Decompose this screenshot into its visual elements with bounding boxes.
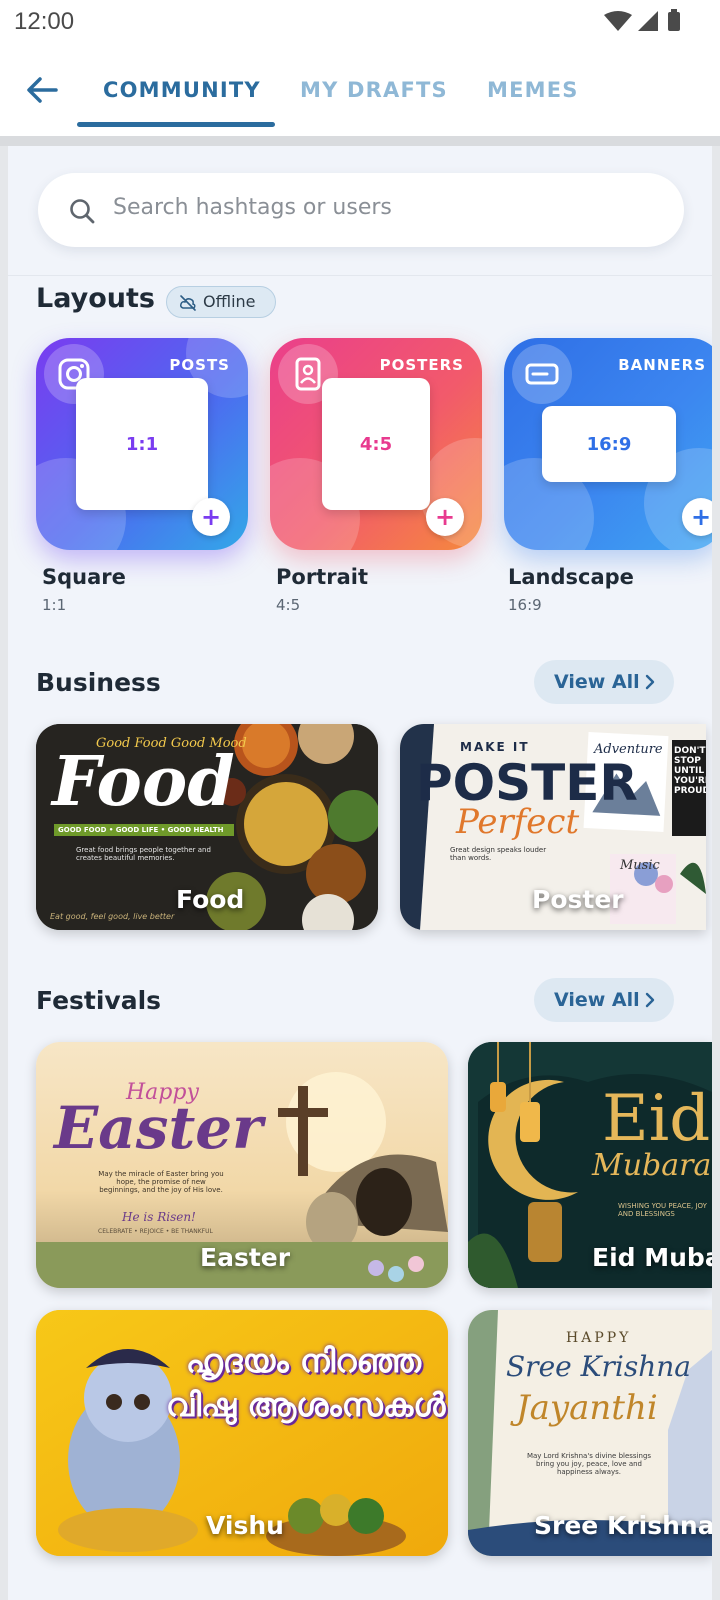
layout-card-square[interactable]: POSTS 1:1 +	[36, 338, 248, 550]
search-placeholder: Search hashtags or users	[113, 195, 392, 220]
banner-icon	[512, 344, 572, 404]
offline-badge: Offline	[166, 286, 276, 318]
template-thumb-krishna[interactable]: HAPPY Sree Krishna Jayanthi May Lord Kri…	[468, 1310, 712, 1556]
view-all-label: View All	[554, 671, 640, 693]
layout-name: Square	[42, 565, 126, 589]
poster-side-music: Music	[620, 858, 660, 873]
food-footer: Eat good, feel good, live better	[50, 912, 175, 921]
ratio-preview: 4:5	[322, 378, 430, 510]
community-feed[interactable]: Search hashtags or users Layouts Offline…	[8, 146, 712, 1600]
template-thumb-vishu[interactable]: ഹൃദയം നിറഞ്ഞ വിഷു ആശംസകൾ Vishu	[36, 1310, 448, 1556]
search-input[interactable]: Search hashtags or users	[38, 173, 684, 247]
tab-community[interactable]: COMMUNITY	[103, 78, 261, 102]
food-headline: Food	[52, 742, 235, 822]
tab-memes[interactable]: MEMES	[487, 78, 579, 102]
food-ribbon: GOOD FOOD • GOOD LIFE • GOOD HEALTH	[54, 824, 234, 836]
poster-script: Perfect	[456, 802, 580, 842]
top-app-bar: COMMUNITY MY DRAFTS MEMES	[0, 44, 720, 136]
easter-verse: He is Risen!	[122, 1210, 196, 1224]
template-label: Sree Krishna	[534, 1511, 712, 1540]
chevron-right-icon	[645, 992, 655, 1008]
krishna-body: May Lord Krishna's divine blessings brin…	[526, 1452, 652, 1476]
eid-script: Mubarak	[592, 1148, 712, 1183]
easter-footer: CELEBRATE • REJOICE • BE THANKFUL	[98, 1228, 213, 1235]
cloud-off-icon	[180, 295, 196, 311]
ratio-preview: 16:9	[542, 406, 676, 482]
add-landscape-button[interactable]: +	[682, 498, 712, 536]
business-view-all-button[interactable]: View All	[534, 660, 674, 704]
template-label: Food	[176, 885, 245, 914]
layout-category: POSTERS	[379, 356, 464, 374]
poster-side-quote: DON'T STOP UNTIL YOU'RE PROUD	[674, 746, 706, 796]
template-label: Easter	[200, 1243, 291, 1272]
layout-ratio: 16:9	[508, 596, 542, 614]
poster-side-adventure: Adventure	[594, 742, 663, 757]
festivals-view-all-button[interactable]: View All	[534, 978, 674, 1022]
active-tab-indicator	[77, 122, 275, 127]
krishna-line2: Jayanthi	[516, 1388, 658, 1428]
layout-name: Portrait	[276, 565, 368, 589]
krishna-line1: Sree Krishna	[506, 1350, 691, 1383]
layout-category: BANNERS	[618, 356, 706, 374]
signal-icon	[638, 11, 658, 31]
view-all-label: View All	[554, 989, 640, 1011]
template-thumb-easter[interactable]: Happy Easter May the miracle of Easter b…	[36, 1042, 448, 1288]
layout-category: POSTS	[169, 356, 230, 374]
status-time: 12:00	[14, 8, 75, 35]
template-thumb-poster[interactable]: MAKE IT POSTER Perfect Great design spea…	[400, 724, 706, 930]
wifi-icon	[604, 11, 632, 31]
status-bar: 12:00	[0, 0, 720, 44]
add-portrait-button[interactable]: +	[426, 498, 464, 536]
add-square-button[interactable]: +	[192, 498, 230, 536]
template-label: Poster	[532, 885, 624, 914]
krishna-kicker: HAPPY	[566, 1330, 632, 1346]
search-bar-container: Search hashtags or users	[8, 146, 712, 276]
business-title: Business	[36, 668, 161, 697]
status-icons	[604, 9, 680, 31]
layouts-title: Layouts	[36, 283, 155, 314]
vishu-line2: വിഷു ആശംസകൾ	[166, 1386, 446, 1424]
divider	[0, 136, 720, 146]
ratio-preview: 1:1	[76, 378, 208, 510]
layout-name: Landscape	[508, 565, 634, 589]
template-thumb-food[interactable]: Good Food Good Mood Food GOOD FOOD • GOO…	[36, 724, 378, 930]
eid-headline: Eid	[602, 1082, 711, 1156]
chevron-right-icon	[645, 674, 655, 690]
festivals-title: Festivals	[36, 986, 162, 1015]
eid-body: WISHING YOU PEACE, JOY AND BLESSINGS	[618, 1202, 707, 1218]
offline-label: Offline	[203, 292, 256, 311]
layout-ratio: 4:5	[276, 596, 301, 614]
battery-icon	[668, 12, 680, 31]
tab-my-drafts[interactable]: MY DRAFTS	[300, 78, 448, 102]
template-label: Vishu	[206, 1511, 284, 1540]
easter-body: May the miracle of Easter bring you hope…	[98, 1170, 224, 1194]
easter-script-title: Easter	[54, 1094, 263, 1162]
template-thumb-eid[interactable]: Eid Mubarak WISHING YOU PEACE, JOY AND B…	[468, 1042, 712, 1288]
back-arrow-icon[interactable]	[22, 70, 62, 110]
search-icon	[70, 199, 95, 224]
layout-card-landscape[interactable]: BANNERS 16:9 +	[504, 338, 712, 550]
poster-body: Great design speaks louder than words.	[450, 846, 547, 862]
poster-kicker: MAKE IT	[460, 740, 530, 754]
layout-card-portrait[interactable]: POSTERS 4:5 +	[270, 338, 482, 550]
food-body: Great food brings people together and cr…	[76, 846, 211, 862]
layout-ratio: 1:1	[42, 596, 67, 614]
vishu-line1: ഹൃദയം നിറഞ്ഞ	[186, 1342, 422, 1380]
template-label: Eid Mubarak	[592, 1243, 712, 1272]
